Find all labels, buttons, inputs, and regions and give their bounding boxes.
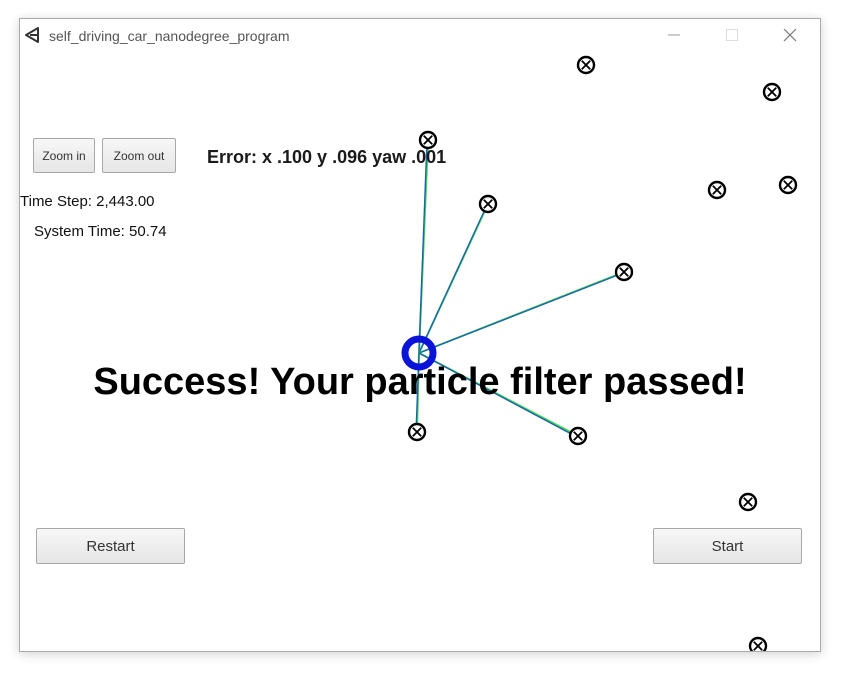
close-button[interactable] (767, 19, 813, 51)
landmark-marker-icon (738, 492, 758, 512)
close-icon (783, 28, 797, 42)
zoom-out-button[interactable]: Zoom out (102, 138, 176, 173)
success-message: Success! Your particle filter passed! (93, 361, 747, 403)
landmark-marker-icon (478, 194, 498, 214)
maximize-icon (726, 29, 738, 41)
landmark-marker-icon (748, 636, 768, 651)
landmark-marker-icon (418, 130, 438, 150)
landmark-marker-icon (568, 426, 588, 446)
app-window: self_driving_car_nanodegree_program Zoom… (19, 18, 821, 652)
landmark-marker-icon (778, 175, 798, 195)
zoom-in-button[interactable]: Zoom in (33, 138, 95, 173)
landmark-marker-icon (614, 262, 634, 282)
error-readout: Error: x .100 y .096 yaw .001 (207, 147, 447, 167)
minimize-button[interactable] (651, 19, 697, 51)
prediction-line (418, 140, 428, 354)
landmark-marker-icon (576, 55, 596, 75)
system-time-readout: System Time: 50.74 (34, 223, 167, 240)
landmark-marker-icon (407, 422, 427, 442)
landmark-marker-icon (707, 180, 727, 200)
start-button[interactable]: Start (653, 528, 802, 564)
time-step-readout: Time Step: 2,443.00 (20, 193, 155, 210)
title-bar: self_driving_car_nanodegree_program (20, 19, 820, 51)
minimize-icon (668, 34, 680, 36)
landmark-marker-icon (762, 82, 782, 102)
restart-button[interactable]: Restart (36, 528, 185, 564)
window-title: self_driving_car_nanodegree_program (49, 28, 290, 44)
unity-logo-icon (25, 27, 39, 43)
maximize-button[interactable] (709, 19, 755, 51)
